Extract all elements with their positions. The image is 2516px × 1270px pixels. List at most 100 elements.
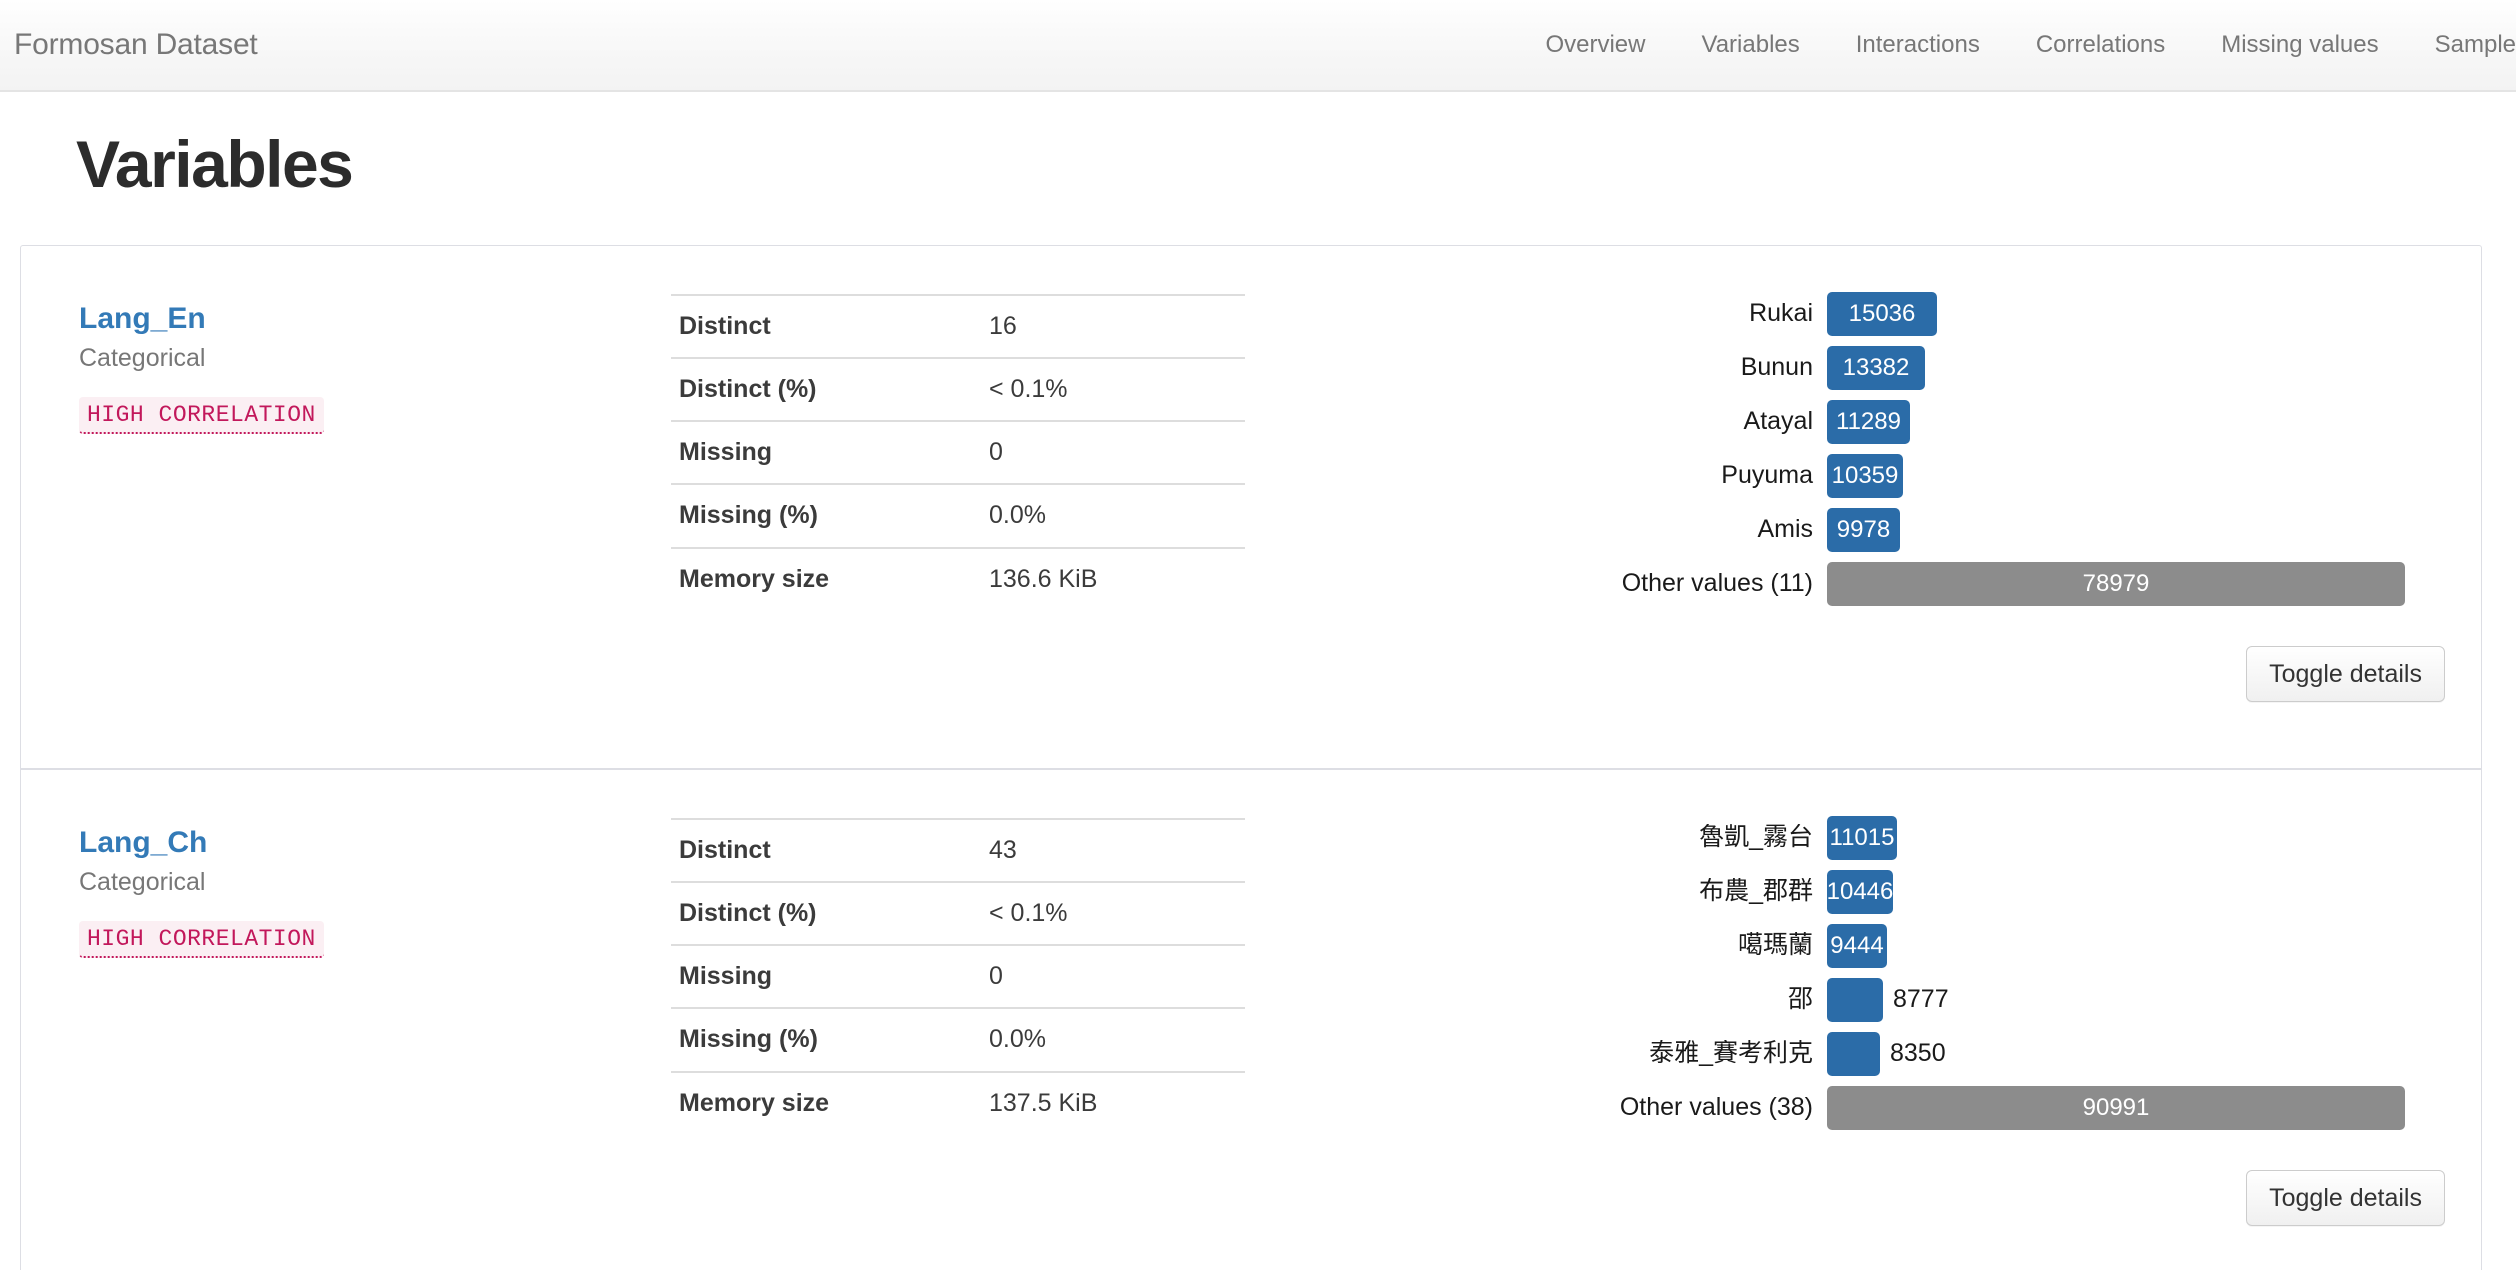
variable-chart-column: Rukai15036Bunun13382Atayal11289Puyuma103… xyxy=(1351,284,2481,768)
bar-track: 90991 xyxy=(1827,1086,2445,1130)
bar xyxy=(1827,1032,1880,1076)
variable-stats: Distinct 43 Distinct (%) < 0.1% Missing … xyxy=(671,808,1351,1270)
bar-chart-row: Rukai15036 xyxy=(1549,292,2445,336)
bar-chart-row: Bunun13382 xyxy=(1549,346,2445,390)
nav-links: Overview Variables Interactions Correlat… xyxy=(1517,0,2516,90)
stat-key: Distinct xyxy=(671,819,981,882)
bar-category-label: Rukai xyxy=(1549,300,1827,328)
stat-key: Missing xyxy=(671,421,981,484)
stat-key: Distinct (%) xyxy=(671,882,981,945)
bar-value-label: 8777 xyxy=(1893,987,1949,1012)
top-navbar: Formosan Dataset Overview Variables Inte… xyxy=(0,0,2516,92)
stat-value: 0 xyxy=(981,421,1245,484)
bar: 90991 xyxy=(1827,1086,2405,1130)
bar-category-label: 魯凱_霧台 xyxy=(1549,824,1827,852)
page-title: Variables xyxy=(76,128,2516,201)
bar-category-label: 布農_郡群 xyxy=(1549,878,1827,906)
bar-chart-row: Atayal11289 xyxy=(1549,400,2445,444)
value-counts-bar-chart: Rukai15036Bunun13382Atayal11289Puyuma103… xyxy=(1549,292,2445,616)
bar-category-label: Bunun xyxy=(1549,354,1827,382)
status-badge: HIGH CORRELATION xyxy=(79,397,324,434)
brand-title[interactable]: Formosan Dataset xyxy=(14,28,258,62)
toggle-details-button[interactable]: Toggle details xyxy=(2246,646,2445,702)
bar: 15036 xyxy=(1827,292,1937,336)
stat-key: Memory size xyxy=(671,548,981,610)
bar-chart-row: 噶瑪蘭9444 xyxy=(1549,924,2445,968)
bar-track: 13382 xyxy=(1827,346,2445,390)
variable-identity: Lang_En Categorical HIGH CORRELATION xyxy=(21,284,671,768)
nav-item-variables[interactable]: Variables xyxy=(1673,0,1827,91)
bar-category-label: Amis xyxy=(1549,516,1827,544)
bar: 13382 xyxy=(1827,346,1925,390)
variable-type: Categorical xyxy=(79,342,671,375)
table-row: Missing (%) 0.0% xyxy=(671,484,1245,547)
table-row: Missing 0 xyxy=(671,945,1245,1008)
stat-key: Missing (%) xyxy=(671,484,981,547)
variable-name-link[interactable]: Lang_Ch xyxy=(79,826,207,861)
bar xyxy=(1827,978,1883,1022)
bar-category-label: 邵 xyxy=(1549,986,1827,1014)
bar-category-label: Atayal xyxy=(1549,408,1827,436)
table-row: Distinct (%) < 0.1% xyxy=(671,882,1245,945)
bar-category-label: Puyuma xyxy=(1549,462,1827,490)
stat-value: 43 xyxy=(981,819,1245,882)
stat-key: Missing xyxy=(671,945,981,1008)
bar: 10446 xyxy=(1827,870,1893,914)
bar-chart-row: Other values (38)90991 xyxy=(1549,1086,2445,1130)
variable-identity: Lang_Ch Categorical HIGH CORRELATION xyxy=(21,808,671,1270)
bar: 78979 xyxy=(1827,562,2405,606)
table-row: Missing 0 xyxy=(671,421,1245,484)
variable-name-link[interactable]: Lang_En xyxy=(79,302,206,337)
bar-category-label: Other values (38) xyxy=(1549,1094,1827,1122)
value-counts-bar-chart: 魯凱_霧台11015布農_郡群10446噶瑪蘭9444邵8777泰雅_賽考利克8… xyxy=(1549,816,2445,1140)
bar-track: 9978 xyxy=(1827,508,2445,552)
stat-value: 0.0% xyxy=(981,1008,1245,1071)
bar-track: 8777 xyxy=(1827,978,2445,1022)
bar: 9978 xyxy=(1827,508,1900,552)
nav-item-overview[interactable]: Overview xyxy=(1517,0,1673,91)
stats-table: Distinct 16 Distinct (%) < 0.1% Missing … xyxy=(671,294,1245,610)
stat-value: < 0.1% xyxy=(981,358,1245,421)
stat-key: Memory size xyxy=(671,1072,981,1134)
table-row: Memory size 136.6 KiB xyxy=(671,548,1245,610)
bar-value-label: 8350 xyxy=(1890,1041,1946,1066)
bar-track: 78979 xyxy=(1827,562,2445,606)
bar-chart-row: 魯凱_霧台11015 xyxy=(1549,816,2445,860)
bar-track: 10446 xyxy=(1827,870,2445,914)
nav-item-correlations[interactable]: Correlations xyxy=(2008,0,2193,91)
bar-track: 8350 xyxy=(1827,1032,2445,1076)
bar-chart-row: Other values (11)78979 xyxy=(1549,562,2445,606)
bar-chart-row: Puyuma10359 xyxy=(1549,454,2445,498)
bar-chart-row: 布農_郡群10446 xyxy=(1549,870,2445,914)
stat-value: 0 xyxy=(981,945,1245,1008)
variable-stats: Distinct 16 Distinct (%) < 0.1% Missing … xyxy=(671,284,1351,768)
bar-track: 11015 xyxy=(1827,816,2445,860)
table-row: Distinct 43 xyxy=(671,819,1245,882)
bar-track: 9444 xyxy=(1827,924,2445,968)
table-row: Missing (%) 0.0% xyxy=(671,1008,1245,1071)
bar: 11289 xyxy=(1827,400,1910,444)
status-badge: HIGH CORRELATION xyxy=(79,921,324,958)
bar-track: 11289 xyxy=(1827,400,2445,444)
nav-item-sample[interactable]: Sample xyxy=(2407,0,2516,91)
bar-track: 10359 xyxy=(1827,454,2445,498)
nav-item-interactions[interactable]: Interactions xyxy=(1828,0,2008,91)
toggle-details-wrap: Toggle details xyxy=(2246,1170,2445,1226)
variable-chart-column: 魯凱_霧台11015布農_郡群10446噶瑪蘭9444邵8777泰雅_賽考利克8… xyxy=(1351,808,2481,1270)
bar-category-label: 噶瑪蘭 xyxy=(1549,932,1827,960)
stat-value: 16 xyxy=(981,295,1245,358)
toggle-details-wrap: Toggle details xyxy=(2246,646,2445,702)
stat-value: < 0.1% xyxy=(981,882,1245,945)
nav-item-missing-values[interactable]: Missing values xyxy=(2193,0,2406,91)
bar-chart-row: 邵 8777 xyxy=(1549,978,2445,1022)
table-row: Distinct (%) < 0.1% xyxy=(671,358,1245,421)
variable-block: Lang_Ch Categorical HIGH CORRELATION Dis… xyxy=(21,768,2481,1270)
bar: 10359 xyxy=(1827,454,1903,498)
table-row: Distinct 16 xyxy=(671,295,1245,358)
variable-type: Categorical xyxy=(79,866,671,899)
bar-chart-row: 泰雅_賽考利克8350 xyxy=(1549,1032,2445,1076)
stat-key: Missing (%) xyxy=(671,1008,981,1071)
variables-panel: Lang_En Categorical HIGH CORRELATION Dis… xyxy=(20,245,2482,1270)
bar-chart-row: Amis9978 xyxy=(1549,508,2445,552)
toggle-details-button[interactable]: Toggle details xyxy=(2246,1170,2445,1226)
